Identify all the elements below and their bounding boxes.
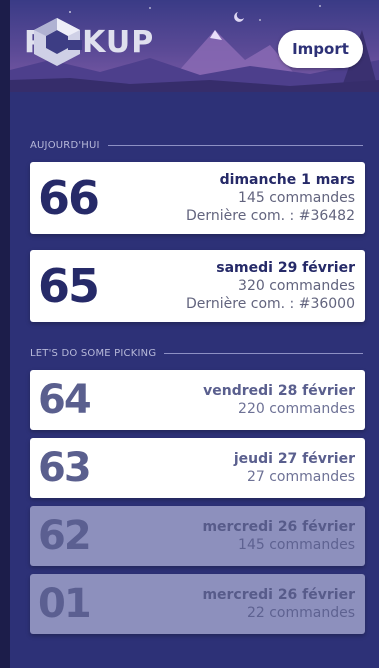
cube-logo-icon	[34, 18, 82, 66]
day-info: samedi 29 février 320 commandes Dernière…	[186, 250, 355, 322]
day-info: vendredi 28 février 220 commandes	[203, 370, 355, 430]
day-number: 66	[38, 171, 100, 225]
section-title-today: AUJOURD'HUI	[30, 138, 363, 152]
order-count: 145 commandes	[238, 537, 355, 553]
day-info: dimanche 1 mars 145 commandes Dernière c…	[186, 162, 355, 234]
last-order: Dernière com. : #36482	[185, 208, 355, 224]
day-card[interactable]: 64 vendredi 28 février 220 commandes	[30, 370, 365, 430]
section-divider	[164, 352, 363, 354]
header-banner: PICKUP Import	[10, 0, 379, 92]
app-window: PICKUP Import AUJOURD'HUI 66 dimanche 1 …	[10, 0, 379, 668]
day-info: jeudi 27 février 27 commandes	[234, 438, 355, 498]
day-number: 64	[38, 377, 92, 423]
day-card[interactable]: 66 dimanche 1 mars 145 commandes Dernièr…	[30, 162, 365, 234]
day-card[interactable]: 01 mercredi 26 février 22 commandes	[30, 574, 365, 634]
last-order: Dernière com. : #36000	[185, 296, 355, 312]
order-count: 220 commandes	[238, 401, 355, 417]
day-card[interactable]: 62 mercredi 26 février 145 commandes	[30, 506, 365, 566]
day-date: mercredi 26 février	[202, 519, 355, 535]
section-title-picking: LET'S DO SOME PICKING	[30, 346, 363, 360]
order-count: 320 commandes	[238, 278, 355, 294]
day-date: jeudi 27 février	[233, 451, 355, 467]
order-count: 27 commandes	[246, 469, 355, 485]
day-date: vendredi 28 février	[203, 383, 355, 399]
import-button[interactable]: Import	[278, 30, 363, 68]
section-divider	[107, 144, 363, 146]
order-count: 22 commandes	[246, 605, 355, 621]
order-count: 145 commandes	[238, 190, 355, 206]
section-title-today-label: AUJOURD'HUI	[30, 139, 100, 151]
day-date: mercredi 26 février	[202, 587, 355, 603]
day-number: 01	[38, 581, 92, 627]
day-card[interactable]: 63 jeudi 27 février 27 commandes	[30, 438, 365, 498]
section-title-picking-label: LET'S DO SOME PICKING	[30, 347, 157, 359]
moon-icon	[234, 12, 244, 22]
day-number: 63	[38, 445, 92, 491]
day-date: samedi 29 février	[216, 260, 355, 276]
pickup-logo: PICKUP	[24, 16, 154, 68]
day-info: mercredi 26 février 22 commandes	[202, 574, 355, 634]
day-card[interactable]: 65 samedi 29 février 320 commandes Derni…	[30, 250, 365, 322]
day-number: 65	[38, 259, 100, 313]
day-number: 62	[38, 513, 92, 559]
day-date: dimanche 1 mars	[219, 172, 355, 188]
day-info: mercredi 26 février 145 commandes	[202, 506, 355, 566]
